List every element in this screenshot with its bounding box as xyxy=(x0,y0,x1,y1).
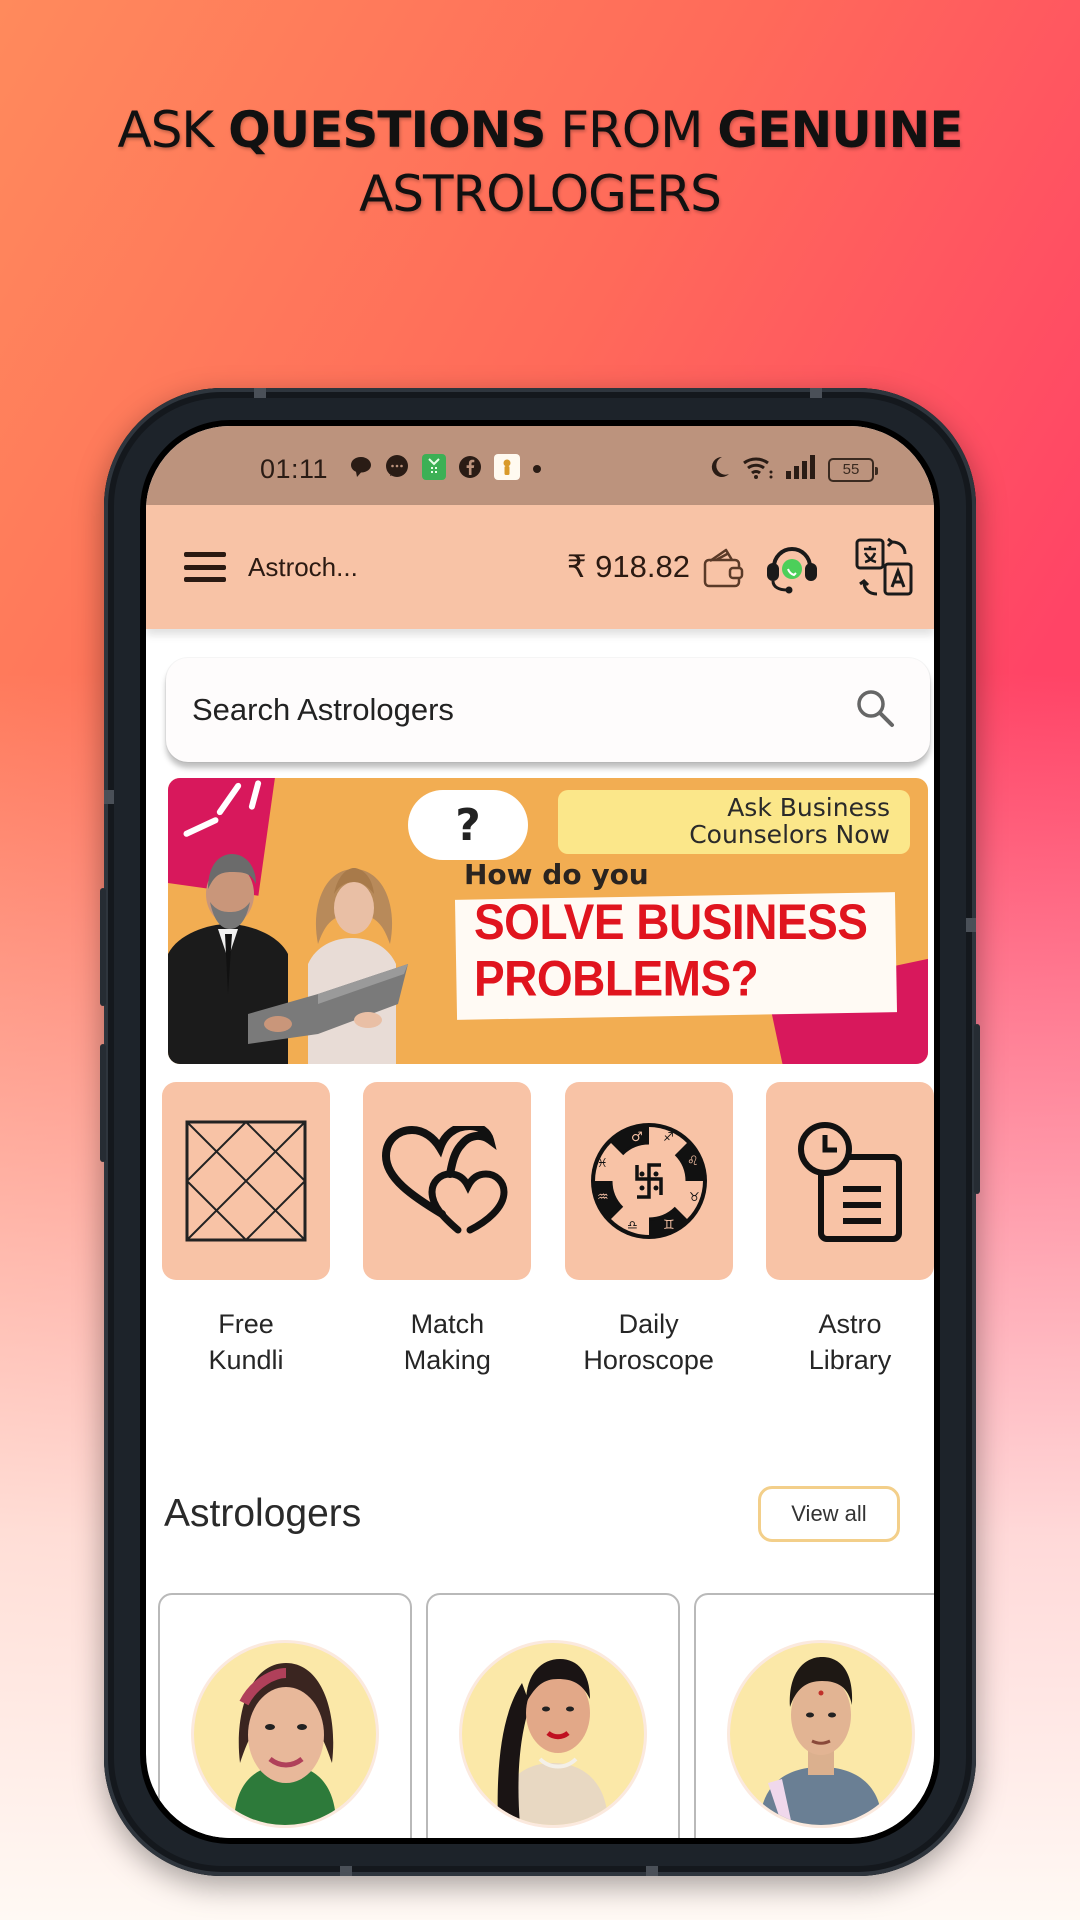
signal-icon xyxy=(786,455,816,484)
menu-icon[interactable] xyxy=(184,552,226,582)
astrologer-card[interactable]: Pranjal xyxy=(158,1593,412,1838)
antenna-band xyxy=(810,388,822,398)
messenger-icon xyxy=(384,454,410,485)
search-bar[interactable] xyxy=(166,658,930,762)
svg-text:♊: ♊ xyxy=(663,1218,675,1233)
svg-text:♒: ♒ xyxy=(597,1190,609,1205)
translate-icon[interactable] xyxy=(854,537,914,597)
promo-word-bold: GENUINE xyxy=(717,101,963,159)
antenna-band xyxy=(254,388,266,398)
service-astro-library[interactable]: Astro Library xyxy=(765,1082,934,1378)
status-time: 01:11 xyxy=(260,454,329,484)
two-hearts-icon xyxy=(382,1126,508,1234)
promo-word: FROM xyxy=(545,101,718,159)
wallet-balance[interactable]: ₹ 918.82 xyxy=(567,549,690,585)
service-match-making[interactable]: Match Making xyxy=(363,1082,532,1378)
promo-word: ASK xyxy=(117,101,229,159)
green-app-icon xyxy=(422,454,447,485)
avatar xyxy=(194,1643,376,1825)
svg-text:♓: ♓ xyxy=(597,1156,608,1170)
promo-word-bold: QUESTIONS xyxy=(228,101,546,159)
wifi-icon xyxy=(742,454,774,485)
volume-down-button xyxy=(100,1044,106,1162)
promo-headline: ASK QUESTIONS FROM GENUINE ASTROLOGERS xyxy=(0,98,1080,226)
section-title: Astrologers xyxy=(164,1492,362,1535)
service-tile[interactable] xyxy=(162,1082,330,1280)
avatar xyxy=(730,1643,912,1825)
banner-headline-line: SOLVE BUSINESS xyxy=(474,893,868,950)
banner-headline-line: PROBLEMS? xyxy=(474,950,759,1007)
antenna-band xyxy=(646,1866,658,1876)
banner-tagline: Ask Business Counselors Now xyxy=(558,790,910,854)
astrologers-header: Astrologers View all xyxy=(164,1484,924,1544)
chat-bubble-icon xyxy=(350,455,372,484)
app-screen: 01:11 55 Astroch... ₹ 918.82 Search Astr… xyxy=(146,426,934,1838)
antenna-band xyxy=(966,918,976,932)
search-input[interactable] xyxy=(192,692,854,728)
phone-frame: 01:11 55 Astroch... ₹ 918.82 Search Astr… xyxy=(100,388,980,1876)
svg-text:♂: ♂ xyxy=(631,1130,643,1145)
service-tile[interactable] xyxy=(363,1082,532,1280)
service-label: Match Making xyxy=(403,1309,491,1375)
service-free-kundli[interactable]: Free Kundli xyxy=(162,1082,330,1378)
service-tile[interactable] xyxy=(765,1082,934,1280)
phone-screen: 01:11 55 Astroch... ₹ 918.82 Search Astr… xyxy=(140,420,940,1844)
more-dot-icon xyxy=(532,461,542,479)
banner-headline: SOLVE BUSINESS PROBLEMS? xyxy=(474,894,894,1006)
clock-document-icon xyxy=(797,1122,902,1242)
whatsapp-support-icon[interactable] xyxy=(762,539,822,595)
service-tile[interactable]: ♂ ♐ ♌ ♉ ♊ ♎ ♒ ♓ xyxy=(564,1082,733,1280)
wallet-icon[interactable] xyxy=(700,543,748,591)
service-daily-horoscope[interactable]: ♂ ♐ ♌ ♉ ♊ ♎ ♒ ♓ Daily Horoscope xyxy=(564,1082,733,1378)
banner-tagline-line: Ask Business xyxy=(727,793,890,822)
power-button xyxy=(974,1024,980,1194)
service-label: Astro Library xyxy=(808,1309,892,1375)
service-label: Free Kundli xyxy=(208,1309,284,1375)
app-title: Astroch... xyxy=(248,551,358,582)
antenna-band xyxy=(340,1866,352,1876)
status-bar: 01:11 55 xyxy=(146,426,934,505)
battery-indicator: 55 xyxy=(828,457,878,482)
svg-text:♉: ♉ xyxy=(689,1190,700,1204)
view-all-button[interactable]: View all xyxy=(758,1486,900,1542)
promo-line-1: ASK QUESTIONS FROM GENUINE xyxy=(0,98,1080,162)
svg-text:♎: ♎ xyxy=(627,1218,638,1232)
services-grid: Free Kundli Match Making ♂ ♐ ♌ ♉ ♊ ♎ ♒ ♓… xyxy=(162,1082,934,1378)
volume-up-button xyxy=(100,888,106,1006)
astrologer-card[interactable]: Tarot Prerna xyxy=(426,1593,680,1838)
service-label: Daily Horoscope xyxy=(583,1309,714,1375)
business-people-illustration xyxy=(168,854,408,1064)
promo-banner[interactable]: ? Ask Business Counselors Now How do you… xyxy=(168,778,928,1064)
avatar xyxy=(462,1643,644,1825)
antenna-band xyxy=(104,790,114,804)
astrologer-list: Pranjal Tarot Prern xyxy=(158,1593,934,1838)
search-icon[interactable] xyxy=(854,687,896,734)
kundli-chart-icon xyxy=(185,1120,307,1242)
astrologer-card[interactable]: Astro Dilip xyxy=(694,1593,934,1838)
svg-text:♐: ♐ xyxy=(663,1130,674,1144)
moon-icon xyxy=(708,455,730,484)
astro-app-icon xyxy=(494,454,521,485)
svg-text:♌: ♌ xyxy=(687,1154,699,1169)
banner-tagline-line: Counselors Now xyxy=(689,820,890,849)
zodiac-wheel-icon: ♂ ♐ ♌ ♉ ♊ ♎ ♒ ♓ xyxy=(590,1123,707,1239)
banner-question-lead: How do you xyxy=(464,858,649,891)
promo-line-2: ASTROLOGERS xyxy=(359,165,722,223)
app-bar: Astroch... ₹ 918.82 xyxy=(146,505,934,629)
facebook-icon xyxy=(458,455,482,484)
